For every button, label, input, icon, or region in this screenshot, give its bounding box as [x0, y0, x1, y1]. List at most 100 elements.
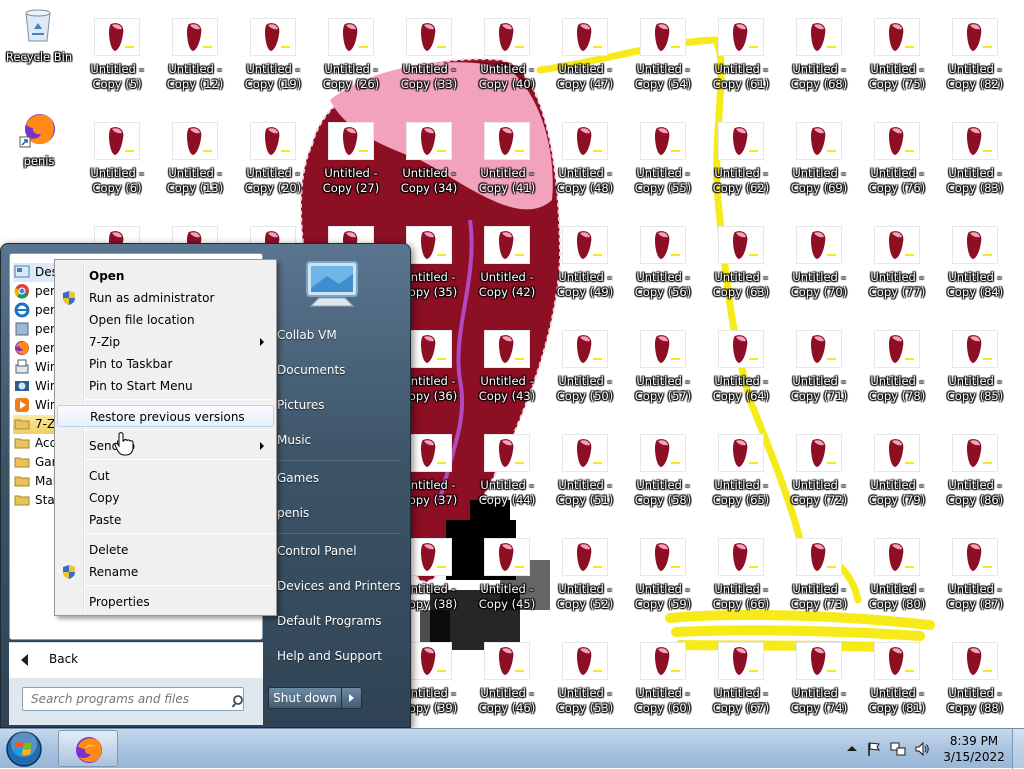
recycle-bin[interactable]: Recycle Bin: [1, 4, 77, 104]
start-link[interactable]: Documents: [277, 363, 345, 377]
desktop-file-icon[interactable]: Untitled - Copy (52): [547, 536, 623, 636]
start-link[interactable]: Pictures: [277, 398, 325, 412]
desktop-file-icon[interactable]: Untitled - Copy (68): [781, 16, 857, 116]
shut-down-button[interactable]: Shut down: [268, 687, 342, 709]
desktop-file-icon[interactable]: Untitled - Copy (78): [859, 328, 935, 428]
context-menu-item[interactable]: Send to: [57, 435, 274, 457]
start-link[interactable]: Default Programs: [277, 614, 382, 628]
context-menu-item[interactable]: Run as administrator: [57, 287, 274, 309]
desktop-file-icon[interactable]: Untitled - Copy (77): [859, 224, 935, 324]
context-menu-item[interactable]: Pin to Start Menu: [57, 375, 274, 397]
desktop-file-icon[interactable]: Untitled - Copy (51): [547, 432, 623, 532]
start-link[interactable]: Games: [277, 471, 319, 485]
user-picture-icon[interactable]: [301, 258, 363, 310]
desktop-file-icon[interactable]: Untitled - Copy (27): [313, 120, 389, 220]
show-desktop-button[interactable]: [1012, 729, 1024, 769]
desktop-file-icon[interactable]: Untitled - Copy (73): [781, 536, 857, 636]
desktop-file-icon[interactable]: Untitled - Copy (47): [547, 16, 623, 116]
start-link[interactable]: Devices and Printers: [277, 579, 401, 593]
desktop-file-icon[interactable]: Untitled - Copy (65): [703, 432, 779, 532]
desktop-file-icon[interactable]: Untitled - Copy (82): [937, 16, 1013, 116]
desktop-file-icon[interactable]: Untitled - Copy (72): [781, 432, 857, 532]
context-menu-item[interactable]: Paste: [57, 509, 274, 531]
desktop-file-icon[interactable]: Untitled - Copy (64): [703, 328, 779, 428]
start-link[interactable]: Help and Support: [277, 649, 382, 663]
start-button-icon[interactable]: [4, 730, 44, 768]
show-hidden-icons-icon[interactable]: [844, 741, 860, 757]
desktop-file-icon[interactable]: Untitled - Copy (57): [625, 328, 701, 428]
desktop-file-icon[interactable]: Untitled - Copy (19): [235, 16, 311, 116]
context-menu-item[interactable]: 7-Zip: [57, 331, 274, 353]
desktop-file-icon[interactable]: Untitled - Copy (26): [313, 16, 389, 116]
desktop-file-icon[interactable]: Untitled - Copy (50): [547, 328, 623, 428]
desktop-file-icon[interactable]: Untitled - Copy (86): [937, 432, 1013, 532]
context-menu-item[interactable]: Properties: [57, 591, 274, 613]
desktop-file-icon[interactable]: Untitled - Copy (54): [625, 16, 701, 116]
desktop-file-icon[interactable]: Untitled - Copy (76): [859, 120, 935, 220]
context-menu-item[interactable]: Open file location: [57, 309, 274, 331]
shut-down-options-arrow-icon[interactable]: [342, 687, 362, 709]
desktop-file-icon[interactable]: Untitled - Copy (46): [469, 640, 545, 740]
desktop-file-icon[interactable]: Untitled - Copy (56): [625, 224, 701, 324]
desktop-file-icon[interactable]: Untitled - Copy (67): [703, 640, 779, 740]
desktop-file-icon[interactable]: Untitled - Copy (88): [937, 640, 1013, 740]
desktop-file-icon[interactable]: Untitled - Copy (85): [937, 328, 1013, 428]
desktop-file-icon[interactable]: Untitled - Copy (49): [547, 224, 623, 324]
desktop-file-icon[interactable]: Untitled - Copy (53): [547, 640, 623, 740]
context-menu-item[interactable]: Cut: [57, 465, 274, 487]
back-button[interactable]: Back: [9, 642, 263, 678]
start-link[interactable]: Collab VM: [277, 328, 337, 342]
desktop-file-icon[interactable]: Untitled - Copy (74): [781, 640, 857, 740]
desktop-file-icon[interactable]: Untitled - Copy (75): [859, 16, 935, 116]
desktop-file-icon[interactable]: Untitled - Copy (81): [859, 640, 935, 740]
desktop-file-icon[interactable]: Untitled - Copy (13): [157, 120, 233, 220]
desktop-file-icon[interactable]: Untitled - Copy (33): [391, 16, 467, 116]
context-menu-item[interactable]: Rename: [57, 561, 274, 583]
desktop-file-icon[interactable]: Untitled - Copy (58): [625, 432, 701, 532]
start-link[interactable]: Music: [277, 433, 311, 447]
context-menu-item[interactable]: Pin to Taskbar: [57, 353, 274, 375]
desktop-file-icon[interactable]: Untitled - Copy (61): [703, 16, 779, 116]
desktop-file-icon[interactable]: Untitled - Copy (63): [703, 224, 779, 324]
desktop-file-icon[interactable]: Untitled - Copy (43): [469, 328, 545, 428]
desktop-file-icon[interactable]: Untitled - Copy (12): [157, 16, 233, 116]
context-menu-item[interactable]: Restore previous versions: [57, 405, 274, 427]
network-icon[interactable]: [890, 741, 906, 757]
context-menu-item[interactable]: Open: [57, 265, 274, 287]
desktop-file-icon[interactable]: Untitled - Copy (41): [469, 120, 545, 220]
desktop-file-icon[interactable]: Untitled - Copy (87): [937, 536, 1013, 636]
start-link[interactable]: Control Panel: [277, 544, 357, 558]
desktop-file-icon[interactable]: Untitled - Copy (34): [391, 120, 467, 220]
desktop-file-icon[interactable]: Untitled - Copy (66): [703, 536, 779, 636]
desktop-file-icon[interactable]: Untitled - Copy (84): [937, 224, 1013, 324]
desktop-file-icon[interactable]: Untitled - Copy (62): [703, 120, 779, 220]
desktop-file-icon[interactable]: Untitled - Copy (55): [625, 120, 701, 220]
start-link[interactable]: penis: [277, 506, 309, 520]
desktop-shortcut-penis[interactable]: penis: [1, 108, 77, 208]
desktop-file-icon[interactable]: Untitled - Copy (45): [469, 536, 545, 636]
search-icon[interactable]: [232, 694, 246, 708]
desktop-file-icon[interactable]: Untitled - Copy (59): [625, 536, 701, 636]
desktop-file-icon[interactable]: Untitled - Copy (80): [859, 536, 935, 636]
action-center-flag-icon[interactable]: [866, 741, 882, 757]
clock-date: 3/15/2022: [943, 750, 1005, 764]
desktop-file-icon[interactable]: Untitled - Copy (42): [469, 224, 545, 324]
volume-icon[interactable]: [914, 741, 930, 757]
desktop-file-icon[interactable]: Untitled - Copy (60): [625, 640, 701, 740]
desktop-file-icon[interactable]: Untitled - Copy (69): [781, 120, 857, 220]
context-menu-item[interactable]: Delete: [57, 539, 274, 561]
desktop-file-icon[interactable]: Untitled - Copy (70): [781, 224, 857, 324]
desktop-file-icon[interactable]: Untitled - Copy (48): [547, 120, 623, 220]
clock[interactable]: 8:39 PM 3/15/2022: [942, 733, 1006, 765]
taskbar-firefox-button[interactable]: [58, 730, 118, 767]
desktop-file-icon[interactable]: Untitled - Copy (20): [235, 120, 311, 220]
desktop-file-icon[interactable]: Untitled - Copy (5): [79, 16, 155, 116]
desktop-file-icon[interactable]: Untitled - Copy (79): [859, 432, 935, 532]
desktop-file-icon[interactable]: Untitled - Copy (6): [79, 120, 155, 220]
search-input[interactable]: [22, 687, 244, 711]
desktop-file-icon[interactable]: Untitled - Copy (71): [781, 328, 857, 428]
desktop-file-icon[interactable]: Untitled - Copy (44): [469, 432, 545, 532]
desktop-file-icon[interactable]: Untitled - Copy (40): [469, 16, 545, 116]
desktop-file-icon[interactable]: Untitled - Copy (83): [937, 120, 1013, 220]
context-menu-item[interactable]: Copy: [57, 487, 274, 509]
